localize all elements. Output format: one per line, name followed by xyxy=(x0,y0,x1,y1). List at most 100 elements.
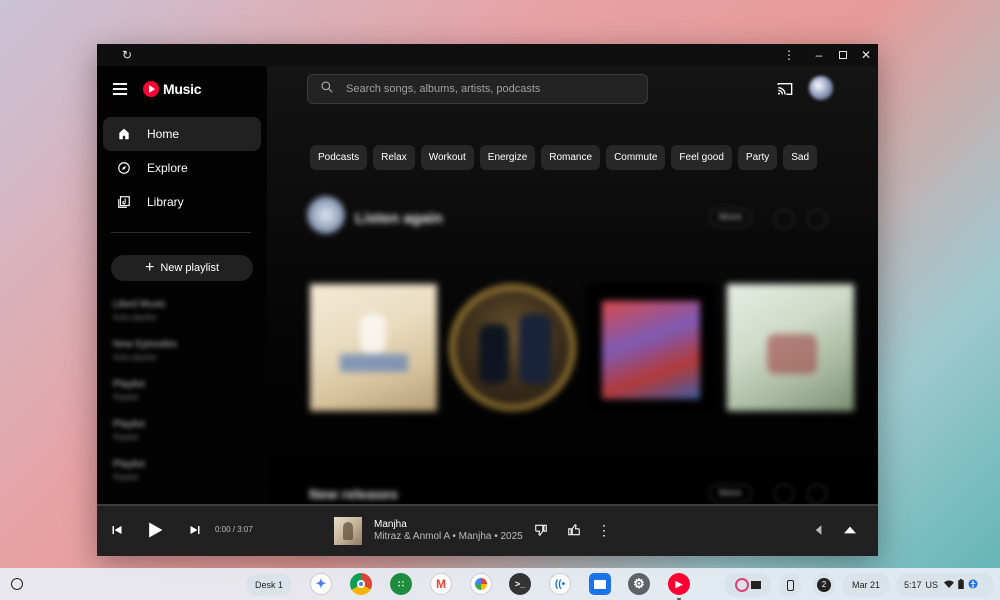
photos-icon[interactable] xyxy=(470,573,492,595)
accessibility-icon xyxy=(968,579,978,591)
launcher-icon[interactable] xyxy=(11,578,23,590)
chip-energize[interactable]: Energize xyxy=(479,145,536,170)
minimize-icon[interactable]: – xyxy=(810,46,828,64)
new-playlist-label: New playlist xyxy=(160,262,220,274)
sidebar-divider xyxy=(111,232,251,233)
youtube-music-logo-icon[interactable] xyxy=(143,81,159,97)
track-subtitle[interactable]: Mitraz & Anmol A • Manjha • 2025 xyxy=(374,531,523,542)
menu-icon[interactable] xyxy=(113,83,127,95)
chip-feel-good[interactable]: Feel good xyxy=(671,145,732,170)
status-area[interactable]: 5:17 US xyxy=(896,573,994,597)
prev-shelf-button[interactable] xyxy=(774,484,794,504)
playlist-sub: Playlist xyxy=(113,393,139,402)
playlist-item[interactable]: Playlist Playlist xyxy=(113,459,145,482)
new-releases-title: New releases xyxy=(309,486,398,502)
more-button[interactable]: More xyxy=(709,208,752,227)
chip-podcasts[interactable]: Podcasts xyxy=(310,145,368,170)
shelf: Desk 1 ✦ ∷ M >_ ((• ⚙ ▶ 2 Mar 21 5:17 US xyxy=(0,568,1000,600)
sidebar: Music Home Explore Library + New playlis… xyxy=(97,66,267,504)
app-window: ↻ ⋮ – ✕ Music Home Explore Library + New… xyxy=(97,44,878,556)
playlist-item[interactable]: Playlist Playlist xyxy=(113,379,145,402)
active-app-indicator xyxy=(677,598,681,600)
battery-icon xyxy=(958,579,964,591)
like-icon[interactable] xyxy=(566,522,582,538)
chip-sad[interactable]: Sad xyxy=(783,145,818,170)
chip-relax[interactable]: Relax xyxy=(373,145,415,170)
compass-icon xyxy=(117,161,131,175)
files-icon[interactable] xyxy=(589,573,611,595)
app-name[interactable]: Music xyxy=(163,81,201,97)
cast-icon[interactable] xyxy=(777,82,793,96)
chip-romance[interactable]: Romance xyxy=(541,145,601,170)
playlist-item[interactable]: New Episodes Auto playlist xyxy=(113,339,177,362)
play-icon[interactable] xyxy=(143,518,167,542)
notification-counter[interactable]: 2 xyxy=(813,573,835,597)
more-button[interactable]: More xyxy=(709,484,752,503)
prev-shelf-button[interactable] xyxy=(774,209,794,229)
progress-bar[interactable] xyxy=(97,504,878,506)
plus-icon: + xyxy=(144,259,155,276)
playlist-title: Playlist xyxy=(113,459,145,470)
next-shelf-button[interactable] xyxy=(807,484,827,504)
mood-chips: Podcasts Relax Workout Energize Romance Commu… xyxy=(310,145,834,171)
playlist-sub: Auto playlist xyxy=(113,353,157,362)
track-title[interactable]: Manjha xyxy=(374,519,407,530)
main-content: PodcastsRelaxWorkoutEnergizeRomanceCommu… xyxy=(267,66,878,504)
gemini-icon[interactable]: ✦ xyxy=(310,573,332,595)
track-thumbnail[interactable] xyxy=(334,517,362,545)
holding-space-icon[interactable] xyxy=(724,573,772,597)
search-bar[interactable] xyxy=(307,74,648,104)
input-locale: US xyxy=(925,580,939,590)
album-card[interactable] xyxy=(588,284,715,411)
artist-card[interactable] xyxy=(449,284,576,411)
reload-icon[interactable]: ↻ xyxy=(118,46,136,64)
chip-commute[interactable]: Commute xyxy=(606,145,666,170)
sidebar-item-label: Library xyxy=(147,195,184,209)
dislike-icon[interactable] xyxy=(533,522,549,538)
more-vert-icon[interactable]: ⋮ xyxy=(780,46,798,64)
playlist-title: New Episodes xyxy=(113,339,177,350)
chip-party[interactable]: Party xyxy=(737,145,778,170)
terminal-icon[interactable]: >_ xyxy=(509,573,531,595)
volume-arrow-icon[interactable] xyxy=(811,522,827,538)
previous-track-icon[interactable] xyxy=(109,522,125,538)
playlist-sub: Playlist xyxy=(113,473,139,482)
search-input[interactable] xyxy=(346,83,626,95)
desk-button[interactable]: Desk 1 xyxy=(246,574,292,596)
avatar[interactable] xyxy=(809,76,833,100)
album-card[interactable] xyxy=(310,284,437,411)
clock: 5:17 xyxy=(904,580,922,590)
playlist-item[interactable]: Playlist Playlist xyxy=(113,419,145,442)
more-vert-icon[interactable]: ⋮ xyxy=(597,522,611,538)
playlist-item[interactable]: Liked Music Auto playlist xyxy=(113,299,166,322)
wifi-icon xyxy=(944,580,955,590)
next-shelf-button[interactable] xyxy=(807,209,827,229)
maximize-icon[interactable] xyxy=(834,46,852,64)
time-display: 0:00 / 3:07 xyxy=(215,525,253,534)
new-playlist-button[interactable]: + New playlist xyxy=(111,255,253,281)
sidebar-item-explore[interactable]: Explore xyxy=(103,151,261,185)
search-icon xyxy=(320,80,334,99)
playlist-sub: Auto playlist xyxy=(113,313,157,322)
playlist-title: Playlist xyxy=(113,379,145,390)
player-bar: 0:00 / 3:07 Manjha Mitraz & Anmol A • Ma… xyxy=(97,504,878,556)
date-tray[interactable]: Mar 21 xyxy=(842,573,890,597)
apps-icon[interactable]: ∷ xyxy=(390,573,412,595)
sidebar-item-label: Explore xyxy=(147,161,188,175)
chrome-icon[interactable] xyxy=(350,573,372,595)
album-card[interactable] xyxy=(727,284,854,411)
phone-hub-icon[interactable] xyxy=(779,573,801,597)
sidebar-item-home[interactable]: Home xyxy=(103,117,261,151)
library-icon xyxy=(117,195,131,209)
settings-icon[interactable]: ⚙ xyxy=(628,573,650,595)
playlist-title: Liked Music xyxy=(113,299,166,310)
gmail-icon[interactable]: M xyxy=(430,573,452,595)
close-icon[interactable]: ✕ xyxy=(857,46,875,64)
sidebar-item-library[interactable]: Library xyxy=(103,185,261,219)
youtube-music-icon[interactable]: ▶ xyxy=(668,573,690,595)
expand-player-icon[interactable] xyxy=(841,522,859,538)
next-track-icon[interactable] xyxy=(187,522,203,538)
meet-icon[interactable]: ((• xyxy=(549,573,571,595)
title-bar: ↻ ⋮ – ✕ xyxy=(97,44,878,66)
chip-workout[interactable]: Workout xyxy=(420,145,474,170)
